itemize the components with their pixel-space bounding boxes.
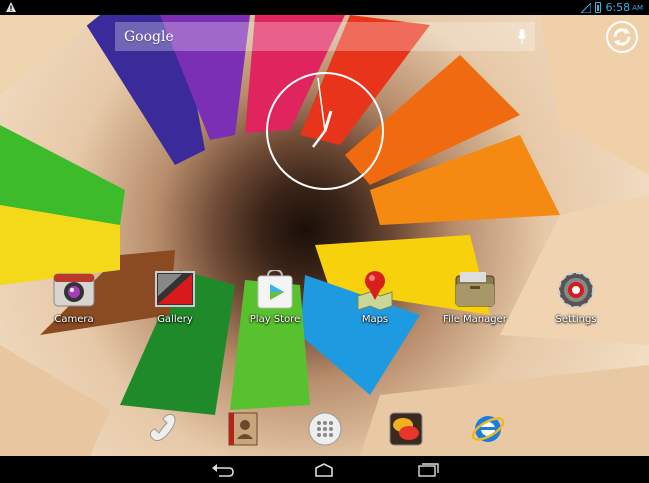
minute-hand (317, 77, 326, 132)
microphone-icon[interactable] (517, 29, 527, 45)
app-label: Maps (361, 314, 389, 325)
app-camera[interactable]: Camera (34, 270, 114, 325)
contacts-icon[interactable] (225, 411, 261, 447)
app-gallery[interactable]: Gallery (135, 270, 215, 325)
gallery-icon (152, 270, 198, 310)
signal-icon (581, 2, 592, 13)
google-search-bar[interactable]: Google (115, 22, 535, 51)
back-icon[interactable] (211, 462, 235, 478)
sync-icon[interactable] (605, 20, 639, 54)
status-time: 6:58 (605, 1, 631, 14)
app-label: Camera (54, 314, 94, 325)
navigation-bar (0, 456, 649, 483)
app-label: Settings (555, 314, 597, 325)
favorites-dock (0, 405, 649, 456)
hour-hand (323, 110, 333, 132)
app-maps[interactable]: Maps (335, 270, 415, 325)
warning-icon[interactable] (5, 1, 17, 13)
analog-clock-widget[interactable] (264, 70, 386, 192)
app-drawer-icon[interactable] (307, 411, 343, 447)
camera-icon (51, 270, 97, 310)
maps-icon (352, 270, 398, 311)
app-label: File Manager (443, 314, 507, 325)
app-settings[interactable]: Settings (536, 270, 616, 325)
second-hand (312, 130, 326, 148)
phone-icon[interactable] (145, 411, 181, 447)
status-ampm: AM (632, 3, 643, 12)
battery-icon (595, 2, 602, 13)
messaging-icon[interactable] (388, 411, 424, 447)
status-bar: 6:58 AM (0, 0, 649, 15)
settings-icon (553, 270, 599, 310)
app-file-manager[interactable]: File Manager (435, 270, 515, 325)
app-label: Play Store (249, 314, 301, 325)
app-play-store[interactable]: Play Store (235, 268, 315, 325)
play-store-icon (252, 268, 298, 310)
app-label: Gallery (157, 314, 193, 325)
google-search-label: Google (124, 28, 174, 45)
browser-icon[interactable] (470, 411, 506, 447)
recent-apps-icon[interactable] (416, 462, 440, 478)
file-manager-icon (452, 270, 498, 310)
home-icon[interactable] (312, 462, 336, 478)
